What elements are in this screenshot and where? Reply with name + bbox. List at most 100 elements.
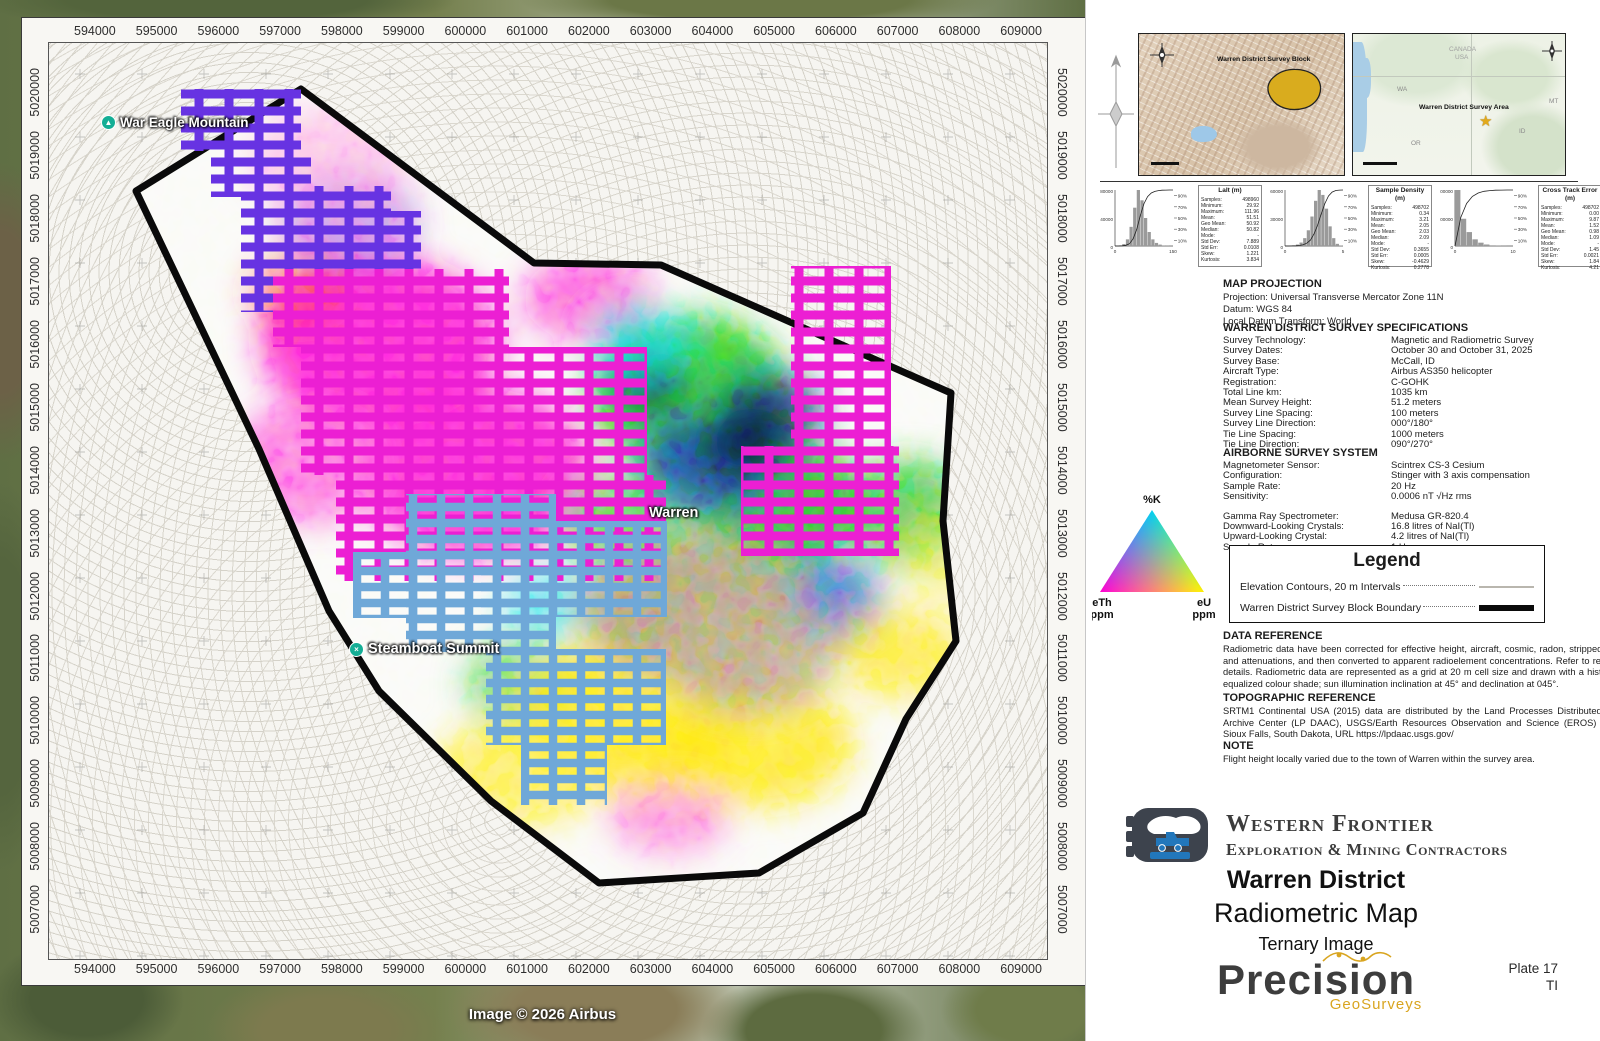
section-heading: TOPOGRAPHIC REFERENCE (1223, 692, 1600, 704)
survey-map-graphic (49, 43, 1048, 960)
hist-tick-label: 10% (1178, 238, 1187, 243)
precision-geosurveys-logo: Precision GeoSurveys (1086, 956, 1546, 1013)
histogram-panel-0: 80000400000015090%70%50%30%10%Lalt (m)Sa… (1100, 185, 1262, 267)
hist-tick-label: 200000 (1440, 189, 1453, 194)
axis-tick-label: 595000 (136, 24, 178, 42)
mountain-icon: ▲ (101, 115, 116, 130)
axis-right: 5020000501900050180005017000501600050150… (1050, 42, 1074, 960)
ternary-color-triangle: %K eTh ppm eU ppm (1092, 492, 1222, 628)
map-projection-block: MAP PROJECTION Projection: Universal Tra… (1223, 278, 1600, 328)
axis-tick-label: 607000 (877, 24, 919, 42)
title-district: Warren District (1086, 866, 1546, 895)
spec-value: Stinger with 3 axis compensation (1391, 471, 1600, 481)
axis-tick-label: 5017000 (1055, 257, 1069, 306)
hist-tick-label: 90% (1518, 194, 1527, 199)
axis-tick-label: 607000 (877, 962, 919, 980)
region-label-canada: CANADA (1449, 46, 1476, 53)
axis-tick-label: 599000 (383, 962, 425, 980)
axis-tick-label: 596000 (198, 24, 240, 42)
poi-label: Warren (649, 505, 698, 521)
axis-tick-label: 609000 (1000, 24, 1042, 42)
lake-shape (1191, 126, 1217, 142)
axis-tick-label: 5018000 (28, 194, 42, 243)
axis-tick-label: 596000 (198, 962, 240, 980)
region-label-mt: MT (1549, 98, 1558, 105)
qc-histograms: 80000400000015090%70%50%30%10%Lalt (m)Sa… (1100, 181, 1578, 267)
data-reference-block: DATA REFERENCE Radiometric data have bee… (1223, 630, 1600, 690)
axis-tick-label: 5020000 (1055, 68, 1069, 117)
histogram-stat-row: Kurtosis:0.2778 (1371, 265, 1429, 271)
hist-tick-label: 5 (1342, 249, 1345, 254)
legend-item-label: Elevation Contours, 20 m Intervals (1240, 581, 1401, 593)
histogram-panel-2: 200000100000001090%70%50%30%10%Cross Tra… (1440, 185, 1600, 267)
inset-map-survey-block: Warren District Survey Block (1138, 33, 1345, 176)
axis-tick-label: 5007000 (28, 885, 42, 934)
map-plate: 5940005950005960005970005980005990006000… (0, 0, 1600, 1041)
axis-tick-label: 5013000 (1055, 509, 1069, 558)
axis-tick-label: 605000 (753, 24, 795, 42)
histogram-chart: 200000100000001090%70%50%30%10% (1440, 185, 1536, 265)
hist-tick-label: 30% (1348, 227, 1357, 232)
axis-tick-label: 594000 (74, 962, 116, 980)
histogram-stat-row: Kurtosis:4.21 (1541, 265, 1599, 271)
survey-specs-block: WARREN DISTRICT SURVEY SPECIFICATIONS Su… (1223, 322, 1600, 450)
axis-tick-label: 605000 (753, 962, 795, 980)
survey-area-star-icon: ★ (1479, 114, 1492, 129)
region-label-wa: WA (1397, 86, 1407, 93)
axis-tick-label: 5010000 (28, 696, 42, 745)
map-sheet: 5940005950005960005970005980005990006000… (22, 18, 1085, 985)
axis-tick-label: 604000 (692, 962, 734, 980)
summit-icon: × (349, 642, 364, 657)
legend-title: Legend (1240, 550, 1534, 572)
histogram-panel-1: 600003000000590%70%50%30%10%Sample Densi… (1270, 185, 1432, 267)
axis-tick-label: 597000 (259, 962, 301, 980)
north-arrow-icon (1096, 52, 1136, 172)
axis-bottom: 5940005950005960005970005980005990006000… (48, 962, 1068, 980)
poi-label: Steamboat Summit (368, 641, 499, 657)
axis-tick-label: 5007000 (1055, 885, 1069, 934)
hist-tick-label: 0 (1114, 249, 1117, 254)
axis-tick-label: 5008000 (28, 822, 42, 871)
compass-rose-icon (1541, 40, 1563, 62)
axis-tick-label: 595000 (136, 962, 178, 980)
imagery-credit: Image © 2026 Airbus (0, 1006, 1085, 1023)
poi-label: War Eagle Mountain (120, 115, 249, 130)
axis-tick-label: 598000 (321, 24, 363, 42)
axis-tick-label: 5016000 (1055, 320, 1069, 369)
inset-survey-area-label: Warren District Survey Area (1419, 104, 1509, 111)
hist-tick-label: 150 (1169, 249, 1177, 254)
spec-row: Sensitivity:0.0006 nT √Hz rms (1223, 492, 1600, 502)
histogram-stat-row: Kurtosis:3.834 (1201, 257, 1259, 263)
contour-line-symbol (1479, 586, 1534, 588)
company-name: Western Frontier (1226, 811, 1508, 838)
hist-tick-label: 0 (1454, 249, 1457, 254)
poi-steamboat-summit: × Steamboat Summit (349, 641, 499, 657)
note-block: NOTE Flight height locally varied due to… (1223, 740, 1600, 766)
axis-tick-label: 5015000 (1055, 383, 1069, 432)
scale-bar (1363, 162, 1397, 165)
axis-tick-label: 601000 (506, 24, 548, 42)
axis-tick-label: 5015000 (28, 383, 42, 432)
axis-tick-label: 594000 (74, 24, 116, 42)
axis-tick-label: 604000 (692, 24, 734, 42)
hist-tick-label: 80000 (1100, 189, 1113, 194)
axis-tick-label: 608000 (939, 962, 981, 980)
histogram-title: Lalt (m) (1201, 187, 1259, 195)
axis-tick-label: 608000 (939, 24, 981, 42)
ternary-label-eth: eTh (1092, 597, 1112, 609)
info-panel: Warren District Survey Block CANADA USA … (1085, 0, 1600, 1041)
spec-value: 0.0006 nT √Hz rms (1391, 492, 1600, 502)
axis-tick-label: 5014000 (1055, 446, 1069, 495)
hist-tick-label: 10 (1510, 249, 1516, 254)
hist-tick-label: 50% (1178, 216, 1187, 221)
axis-tick-label: 5019000 (1055, 131, 1069, 180)
survey-specs-table: Survey Technology:Magnetic and Radiometr… (1223, 336, 1600, 450)
axis-tick-label: 5017000 (28, 257, 42, 306)
plate-number: Plate 17 TI (1508, 960, 1558, 994)
hist-tick-label: 90% (1348, 194, 1357, 199)
compass-rose-icon (1149, 42, 1175, 68)
topographic-reference-text: SRTM1 Continental USA (2015) data are di… (1223, 706, 1600, 741)
axis-tick-label: 603000 (630, 24, 672, 42)
airborne-system-block: AIRBORNE SURVEY SYSTEM Magnetometer Sens… (1223, 447, 1600, 553)
inset-map-region: CANADA USA WA OR MT ID Warren District S… (1352, 33, 1566, 176)
